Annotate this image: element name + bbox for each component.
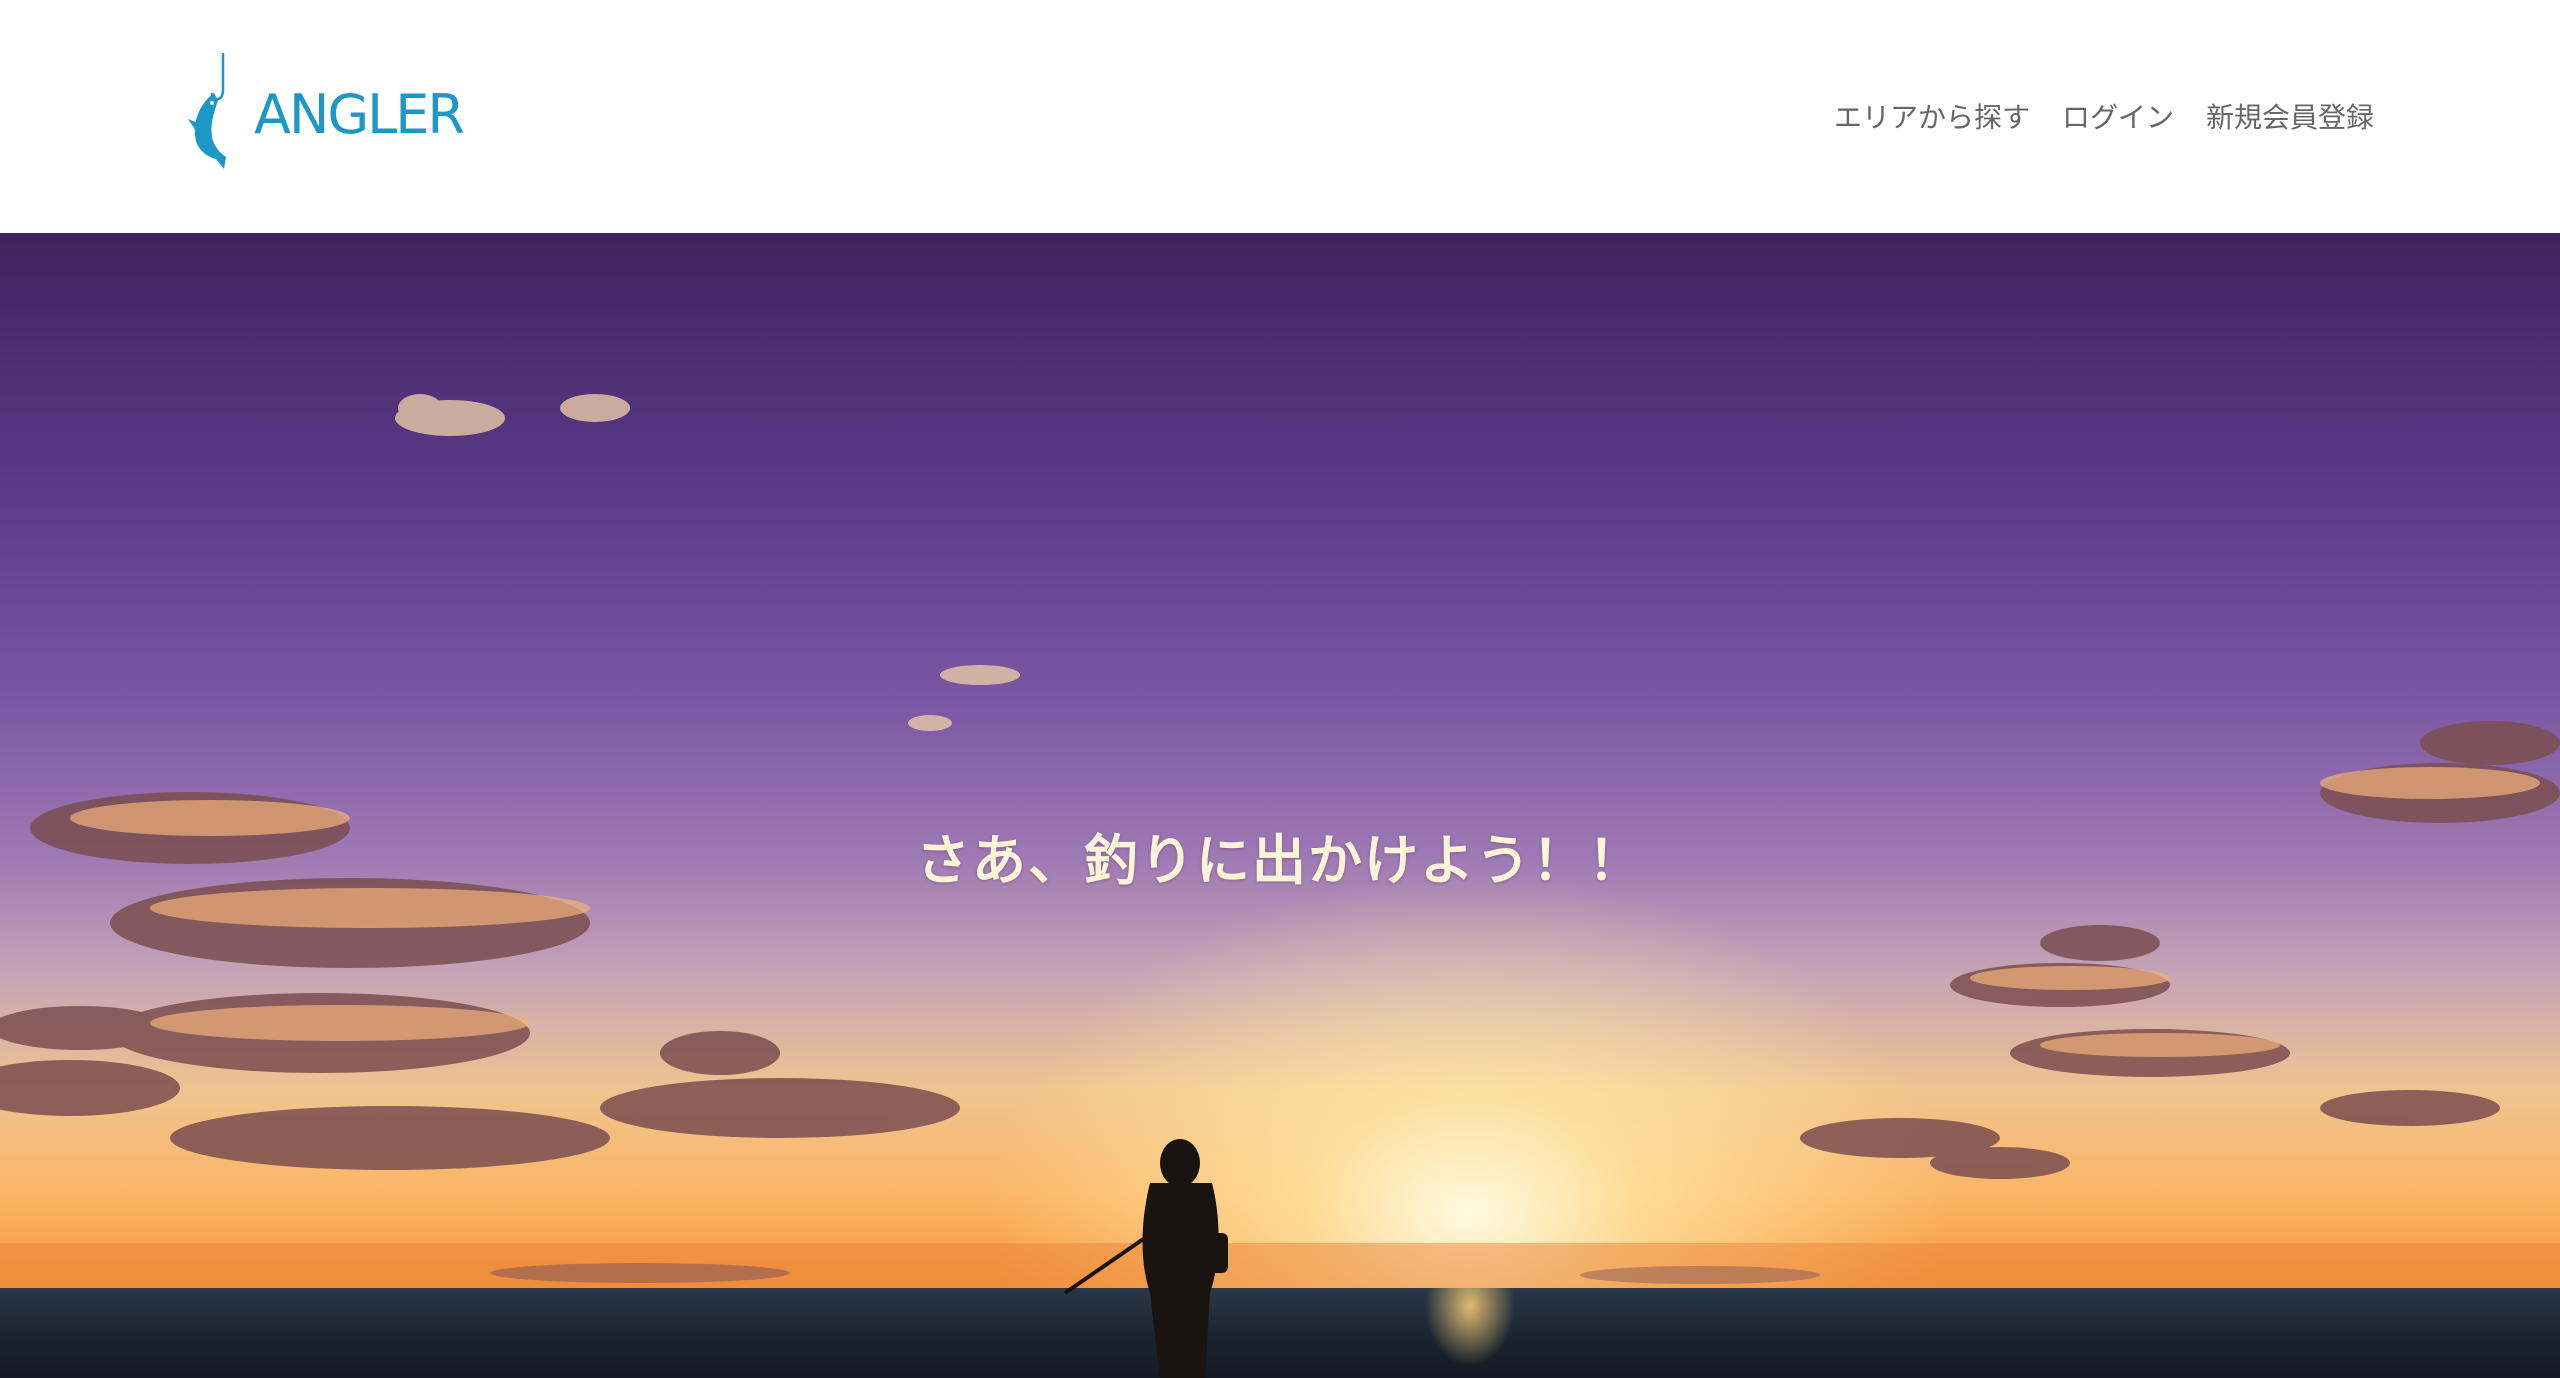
hero-title: さあ、釣りに出かけよう！！ <box>916 829 1644 892</box>
logo-text: ANGLER <box>254 82 465 146</box>
fish-hook-icon <box>188 53 226 169</box>
site-header: ANGLER エリアから探す ログイン 新規会員登録 <box>0 0 2560 233</box>
nav-area-search[interactable]: エリアから探す <box>1834 96 2030 136</box>
main-nav: エリアから探す ログイン 新規会員登録 <box>1802 96 2374 136</box>
angler-silhouette <box>1063 1139 1228 1378</box>
logo-link[interactable]: ANGLER <box>186 52 465 172</box>
hero-banner: さあ、釣りに出かけよう！！ <box>0 233 2560 1378</box>
nav-register[interactable]: 新規会員登録 <box>2206 96 2374 136</box>
nav-login[interactable]: ログイン <box>2062 96 2174 136</box>
